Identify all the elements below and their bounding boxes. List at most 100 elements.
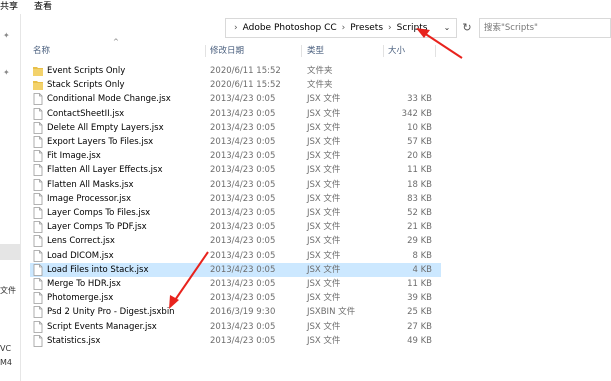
file-row[interactable]: Layer Comps To PDF.jsx 2013/4/23 0:05 JSX … — [30, 220, 441, 234]
file-row[interactable]: Flatten All Layer Effects.jsx 2013/4/23 0… — [30, 163, 441, 177]
menu-view[interactable]: 查看 — [34, 0, 52, 14]
file-size — [370, 64, 432, 78]
folder-row[interactable]: Event Scripts Only 2020/6/11 15:52 文件夹 — [30, 64, 441, 78]
folder-row[interactable]: Stack Scripts Only 2020/6/11 15:52 文件夹 — [30, 78, 441, 92]
search-input[interactable] — [484, 20, 609, 36]
file-row[interactable]: Merge To HDR.jsx 2013/4/23 0:05 JSX 文件 11 K… — [30, 277, 441, 291]
nav-item-fragment[interactable]: M4 — [0, 358, 12, 367]
file-name: Stack Scripts Only — [47, 80, 125, 91]
file-size — [370, 78, 432, 92]
navigation-pane: ✦ ✦ 文件 VC M4 — [0, 14, 21, 381]
file-row[interactable]: Statistics.jsx 2013/4/23 0:05 JSX 文件 49 KB — [30, 334, 441, 348]
file-name: Layer Comps To Files.jsx — [47, 208, 151, 218]
column-name[interactable]: 名称 — [30, 44, 208, 58]
file-row[interactable]: Load Files into Stack.jsx 2013/4/23 0:05 J… — [30, 262, 441, 277]
file-type: JSX 文件 — [307, 122, 341, 133]
file-row[interactable]: Photomerge.jsx 2013/4/23 0:05 JSX 文件 39 KB — [30, 291, 441, 305]
file-type: JSXBIN 文件 — [307, 307, 356, 318]
file-name: Flatten All Masks.jsx — [47, 179, 134, 190]
file-type: JSX 文件 — [307, 193, 341, 204]
file-type: 文件夹 — [307, 66, 333, 76]
pin-icon[interactable]: ✦ — [3, 68, 10, 77]
file-name: Event Scripts Only — [47, 66, 126, 76]
file-name: Conditional Mode Change.jsx — [47, 94, 171, 105]
file-icon — [33, 178, 43, 191]
breadcrumb-item[interactable]: Scripts — [397, 23, 428, 33]
file-date: 2020/6/11 15:52 — [210, 66, 281, 76]
file-date: 2013/4/23 0:05 — [210, 165, 276, 176]
address-bar[interactable]: › Adobe Photoshop CC › Presets › Scripts ⌄ — [225, 18, 457, 38]
file-size: 57 KB — [407, 137, 432, 147]
chevron-down-icon[interactable]: ⌄ — [439, 19, 455, 37]
file-date: 2013/4/23 0:05 — [210, 193, 276, 204]
refresh-icon[interactable]: ↻ — [460, 18, 474, 38]
file-date: 2013/4/23 0:05 — [210, 293, 276, 304]
file-icon — [33, 292, 43, 305]
column-header: 名称 修改日期 类型 大小 — [30, 44, 441, 58]
file-icon — [33, 150, 43, 163]
pin-icon[interactable]: ✦ — [3, 31, 10, 40]
file-size: 25 KB — [407, 307, 432, 318]
file-icon — [33, 221, 43, 234]
file-size: 11 KB — [407, 165, 432, 176]
file-type: JSX 文件 — [307, 321, 341, 332]
file-row[interactable]: Layer Comps To Files.jsx 2013/4/23 0:05 JS… — [30, 206, 441, 220]
file-type: JSX 文件 — [307, 222, 341, 233]
file-date: 2013/4/23 0:05 — [210, 179, 276, 190]
column-size[interactable]: 大小 — [385, 44, 435, 58]
file-row[interactable]: Export Layers To Files.jsx 2013/4/23 0:05… — [30, 135, 441, 149]
file-name: ContactSheetII.jsx — [47, 108, 125, 119]
file-icon — [33, 235, 43, 248]
column-divider[interactable] — [383, 45, 384, 57]
file-type: JSX 文件 — [307, 137, 341, 147]
file-row[interactable]: Psd 2 Unity Pro - Digest.jsxbin 2016/3/19… — [30, 305, 441, 319]
file-date: 2013/4/23 0:05 — [210, 151, 276, 162]
column-divider[interactable] — [435, 45, 436, 57]
file-name: Load DICOM.jsx — [47, 250, 114, 261]
file-size: 8 KB — [412, 250, 432, 261]
file-size: 29 KB — [407, 236, 432, 247]
file-row[interactable]: Image Processor.jsx 2013/4/23 0:05 JSX 文件 8… — [30, 192, 441, 206]
column-divider[interactable] — [205, 45, 206, 57]
file-date: 2013/4/23 0:05 — [210, 108, 276, 119]
file-name: Script Events Manager.jsx — [47, 321, 157, 332]
breadcrumb-item[interactable]: Presets — [350, 23, 383, 33]
file-row[interactable]: Fit Image.jsx 2013/4/23 0:05 JSX 文件 20 KB — [30, 149, 441, 163]
file-name: Psd 2 Unity Pro - Digest.jsxbin — [47, 307, 175, 318]
file-date: 2013/4/23 0:05 — [210, 122, 276, 133]
search-box[interactable] — [479, 18, 611, 38]
breadcrumb-item[interactable]: Adobe Photoshop CC — [243, 23, 337, 33]
file-icon — [33, 192, 43, 205]
file-row[interactable]: Flatten All Masks.jsx 2013/4/23 0:05 JSX 文… — [30, 178, 441, 192]
file-icon — [33, 320, 43, 333]
file-row[interactable]: Load DICOM.jsx 2013/4/23 0:05 JSX 文件 8 KB — [30, 249, 441, 263]
column-divider[interactable] — [301, 45, 302, 57]
file-icon — [33, 334, 43, 347]
file-date: 2013/4/23 0:05 — [210, 137, 276, 147]
nav-item-fragment[interactable]: 文件 — [0, 285, 16, 296]
file-type: JSX 文件 — [307, 293, 341, 304]
file-type: JSX 文件 — [307, 236, 341, 247]
file-type: JSX 文件 — [307, 165, 341, 176]
column-date[interactable]: 修改日期 — [207, 44, 305, 58]
file-date: 2013/4/23 0:05 — [210, 321, 276, 332]
file-size: 83 KB — [407, 193, 432, 204]
file-icon — [33, 306, 43, 319]
file-type: JSX 文件 — [307, 179, 341, 190]
file-row[interactable]: ContactSheetII.jsx 2013/4/23 0:05 JSX 文件 34… — [30, 107, 441, 121]
menu-share[interactable]: 共享 — [0, 0, 18, 14]
nav-item-fragment[interactable]: VC — [0, 344, 11, 353]
column-type[interactable]: 类型 — [304, 44, 384, 58]
breadcrumb-separator: › — [234, 23, 238, 33]
file-type: JSX 文件 — [307, 279, 341, 289]
file-date: 2013/4/23 0:05 — [210, 250, 276, 261]
file-row[interactable]: Conditional Mode Change.jsx 2013/4/23 0:0… — [30, 92, 441, 106]
file-row[interactable]: Lens Correct.jsx 2013/4/23 0:05 JSX 文件 29 K… — [30, 234, 441, 248]
file-type: JSX 文件 — [307, 250, 341, 261]
nav-selected-item[interactable] — [0, 244, 20, 260]
file-row[interactable]: Delete All Empty Layers.jsx 2013/4/23 0:0… — [30, 121, 441, 135]
file-row[interactable]: Script Events Manager.jsx 2013/4/23 0:05 J… — [30, 320, 441, 334]
file-name: Flatten All Layer Effects.jsx — [47, 165, 163, 176]
file-icon — [33, 136, 43, 148]
file-size: 18 KB — [407, 179, 432, 190]
